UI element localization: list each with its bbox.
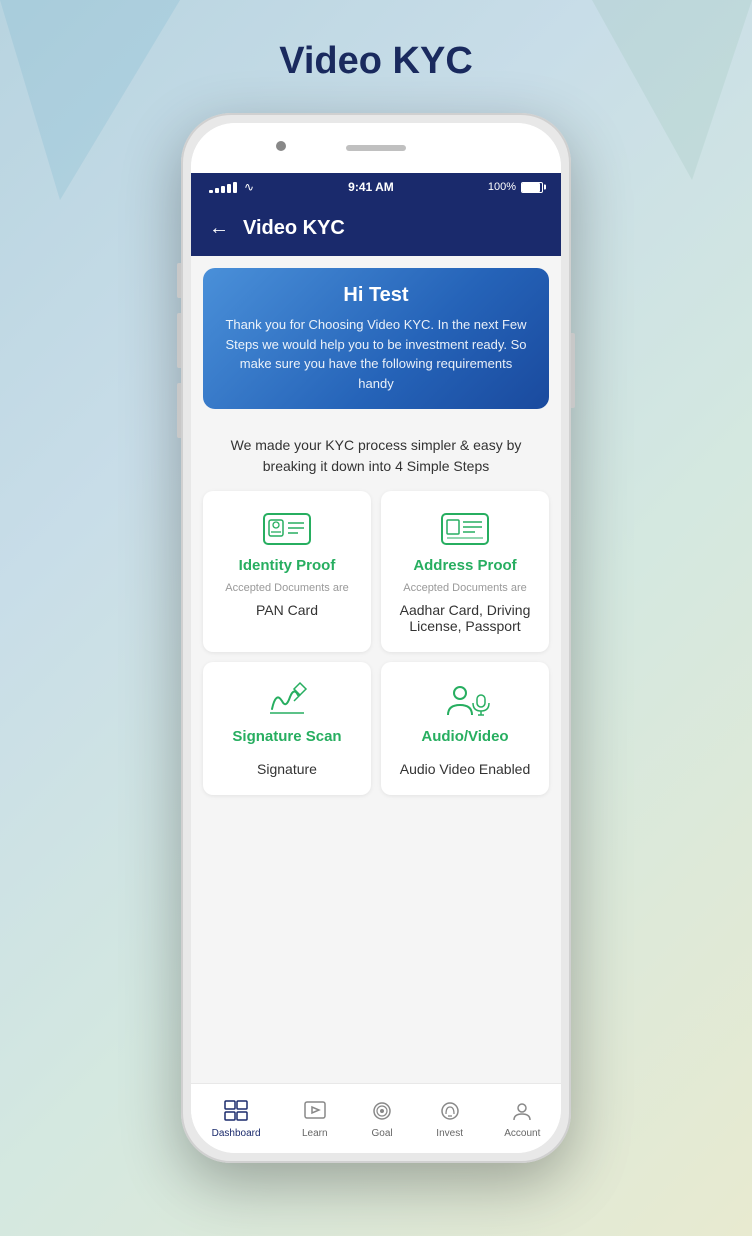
welcome-greeting: Hi Test [223, 284, 529, 307]
signature-scan-value: Signature [257, 761, 317, 777]
phone-speaker [346, 145, 406, 151]
address-proof-card[interactable]: Address Proof Accepted Documents are Aad… [381, 491, 549, 652]
battery-icon [519, 182, 543, 193]
status-left: ∿ [209, 180, 254, 194]
status-time: 9:41 AM [348, 180, 394, 194]
welcome-banner: Hi Test Thank you for Choosing Video KYC… [203, 268, 549, 409]
battery-percent: 100% [488, 181, 516, 193]
address-proof-value: Aadhar Card, Driving License, Passport [395, 602, 535, 634]
address-proof-title: Address Proof [413, 557, 516, 574]
welcome-message: Thank you for Choosing Video KYC. In the… [223, 315, 529, 393]
audio-video-value: Audio Video Enabled [400, 761, 531, 777]
address-proof-sub: Accepted Documents are [403, 582, 527, 594]
invest-icon [437, 1098, 463, 1124]
nav-invest-label: Invest [436, 1128, 463, 1139]
status-bar: ∿ 9:41 AM 100% [191, 173, 561, 201]
identity-proof-value: PAN Card [256, 602, 318, 618]
app-header: ← Video KYC [191, 201, 561, 256]
signature-scan-card[interactable]: Signature Scan Signature [203, 662, 371, 795]
phone-shell: ∿ 9:41 AM 100% ← Video KYC Hi Test Thank… [181, 113, 571, 1163]
nav-learn-label: Learn [302, 1128, 328, 1139]
goal-icon [369, 1098, 395, 1124]
status-right: 100% [488, 181, 543, 193]
dashboard-icon [223, 1098, 249, 1124]
audio-video-title: Audio/Video [421, 728, 508, 745]
identity-proof-card[interactable]: Identity Proof Accepted Documents are PA… [203, 491, 371, 652]
nav-goal-label: Goal [371, 1128, 392, 1139]
back-button[interactable]: ← [209, 217, 229, 240]
account-icon [509, 1098, 535, 1124]
phone-btn-vol-down [177, 383, 181, 438]
nav-account-label: Account [504, 1128, 540, 1139]
address-card-icon [440, 509, 490, 549]
phone-btn-vol-up [177, 313, 181, 368]
id-card-icon [262, 509, 312, 549]
bottom-navigation: Dashboard Learn [191, 1083, 561, 1153]
nav-invest[interactable]: Invest [436, 1098, 463, 1139]
kyc-cards-grid: Identity Proof Accepted Documents are PA… [191, 491, 561, 807]
app-content: Hi Test Thank you for Choosing Video KYC… [191, 256, 561, 1083]
signature-icon [262, 680, 312, 720]
identity-proof-title: Identity Proof [239, 557, 336, 574]
phone-btn-mute [177, 263, 181, 298]
audio-video-card[interactable]: Audio/Video Audio Video Enabled [381, 662, 549, 795]
signal-icon [209, 182, 237, 193]
learn-icon [302, 1098, 328, 1124]
page-title: Video KYC [279, 40, 473, 83]
front-camera [276, 141, 286, 151]
signature-scan-title: Signature Scan [232, 728, 341, 745]
nav-goal[interactable]: Goal [369, 1098, 395, 1139]
nav-dashboard-label: Dashboard [212, 1128, 261, 1139]
app-header-title: Video KYC [243, 217, 345, 240]
steps-description: We made your KYC process simpler & easy … [191, 421, 561, 491]
identity-proof-sub: Accepted Documents are [225, 582, 349, 594]
nav-account[interactable]: Account [504, 1098, 540, 1139]
phone-notch [191, 123, 561, 173]
phone-screen: ∿ 9:41 AM 100% ← Video KYC Hi Test Thank… [191, 123, 561, 1153]
nav-dashboard[interactable]: Dashboard [212, 1098, 261, 1139]
phone-btn-power [571, 333, 575, 408]
nav-learn[interactable]: Learn [302, 1098, 328, 1139]
video-icon [440, 680, 490, 720]
wifi-icon: ∿ [244, 180, 254, 194]
